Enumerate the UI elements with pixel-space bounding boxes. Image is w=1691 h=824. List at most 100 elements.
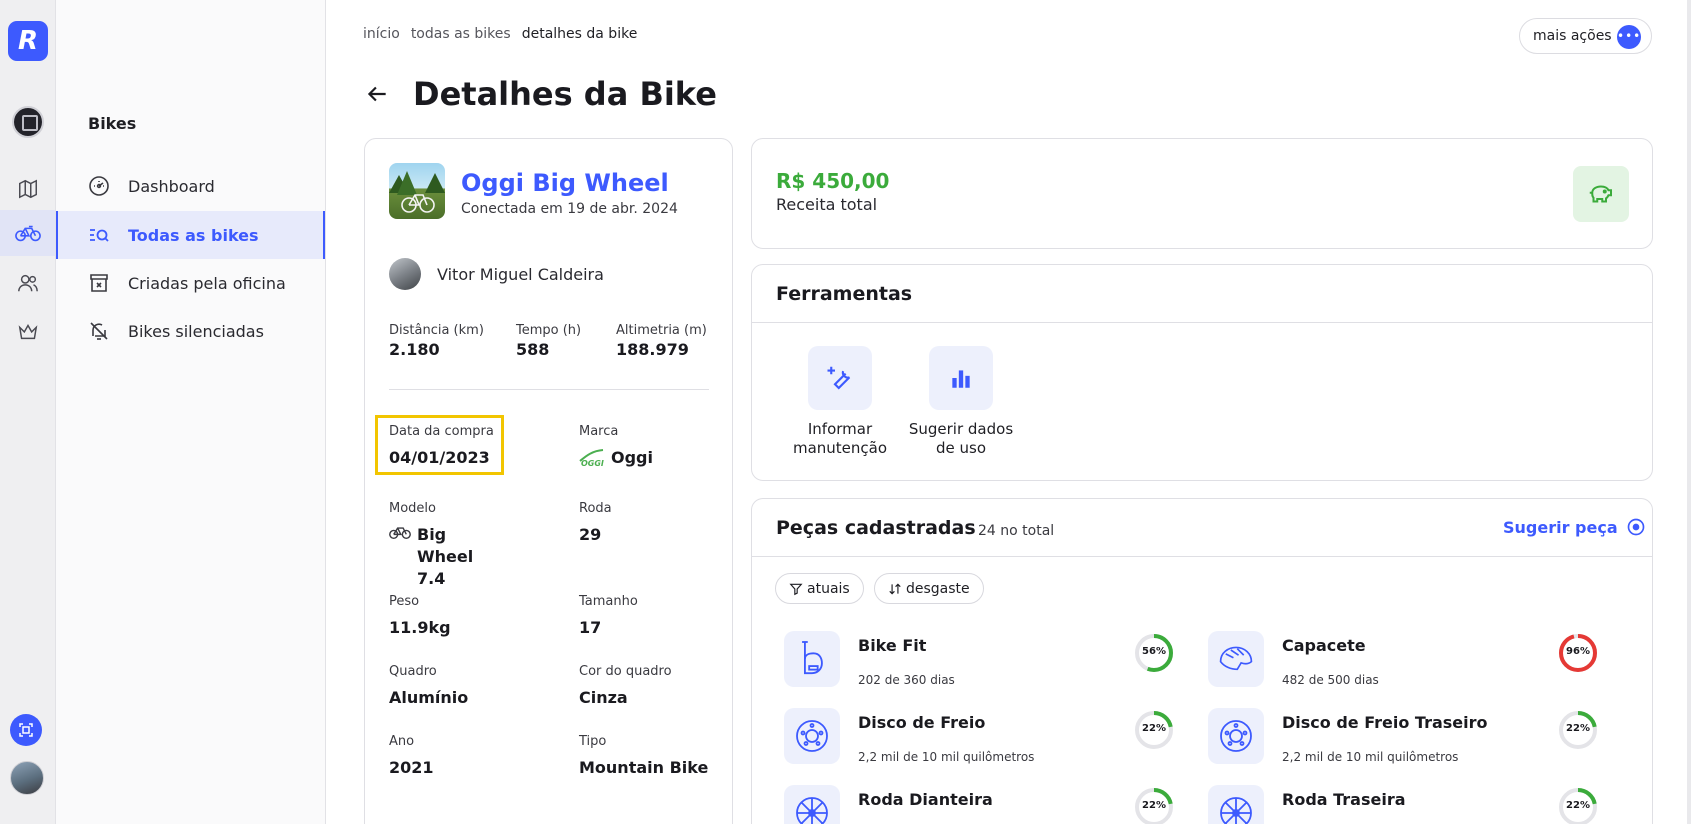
helmet-icon [1219, 646, 1253, 671]
field-label: Ano [389, 734, 415, 749]
field-value: Big Wheel 7.4 [417, 525, 474, 588]
scan-icon [19, 723, 33, 737]
page-title: Detalhes da Bike [413, 75, 717, 113]
map-icon [18, 179, 37, 199]
part-item[interactable]: Bike Fit 202 de 360 dias 56% [752, 631, 1173, 695]
bike-icon [14, 225, 41, 242]
icon-rail: R [0, 0, 56, 824]
crown-icon [18, 324, 37, 340]
report-maintenance-button[interactable]: Informar manutenção [780, 346, 900, 458]
suggest-usage-button[interactable]: Sugerir dados de uso [901, 346, 1021, 458]
owner-name[interactable]: Vitor Miguel Caldeira [437, 265, 604, 284]
svg-text:OGGI: OGGI [581, 459, 604, 467]
part-detail: 202 de 360 dias [858, 673, 955, 687]
field-value: 2021 [389, 758, 434, 777]
tool-label-line: Informar [807, 420, 873, 438]
breadcrumb: início todas as bikes detalhes da bike [363, 26, 637, 42]
parts-card: Peças cadastradas 24 no total Sugerir pe… [751, 498, 1653, 824]
wear-percent: 22% [1142, 723, 1166, 734]
part-tile [784, 631, 840, 687]
part-detail: 482 de 500 dias [1282, 673, 1379, 687]
part-item[interactable]: Capacete 482 de 500 dias 96% [1176, 631, 1597, 695]
field-value: Oggi [611, 448, 653, 467]
bike-connected-date: Conectada em 19 de abr. 2024 [461, 201, 678, 217]
field-label: Data da compra [389, 424, 494, 439]
field-value-row: OGGI Oggi [579, 447, 653, 469]
more-actions-button[interactable]: mais ações ••• [1519, 18, 1652, 54]
more-icon: ••• [1617, 25, 1641, 49]
sidebar: Bikes Dashboard Todas as bikes Criadas p… [56, 0, 326, 824]
stat-label: Distância (km) [389, 323, 484, 338]
sidebar-item-label: Criadas pela oficina [128, 273, 286, 293]
list-search-icon [86, 222, 112, 248]
breadcrumb-home[interactable]: início [363, 26, 400, 42]
suggest-part-label: Sugerir peça [1503, 517, 1618, 537]
field-frame-color: Cor do quadro Cinza [579, 664, 672, 709]
part-tile [784, 708, 840, 764]
back-arrow-icon[interactable] [364, 81, 390, 107]
parts-header: Peças cadastradas 24 no total Sugerir pe… [752, 499, 1652, 557]
field-value: Cinza [579, 688, 628, 707]
bike-icon [389, 527, 411, 539]
brake-disc-icon [796, 720, 828, 752]
user-avatar[interactable] [10, 761, 44, 795]
stat-distance: Distância (km) 2.180 [389, 323, 484, 359]
field-value-row: Big Wheel 7.4 [389, 524, 507, 590]
wear-percent: 22% [1566, 723, 1590, 734]
divider [389, 389, 709, 390]
suggest-part-button[interactable]: Sugerir peça [1503, 517, 1646, 537]
stat-value: 188.979 [616, 340, 689, 359]
field-value: 11.9kg [389, 618, 451, 637]
part-tile [1208, 631, 1264, 687]
field-label: Cor do quadro [579, 664, 672, 679]
tools-card: Ferramentas Informar manutenção Sugerir … [751, 264, 1653, 481]
tool-label-line: de uso [935, 439, 987, 457]
stat-value: 2.180 [389, 340, 440, 359]
field-value: Mountain Bike [579, 758, 709, 777]
part-name: Bike Fit [858, 636, 927, 655]
part-item[interactable]: Roda Dianteira 22% [752, 785, 1173, 824]
sidebar-item-all-bikes[interactable]: Todas as bikes [56, 211, 325, 259]
filter-current-chip[interactable]: atuais [775, 573, 864, 604]
shop-icon [86, 270, 112, 296]
field-label: Roda [579, 501, 612, 516]
sidebar-item-label: Dashboard [128, 176, 215, 196]
part-name: Disco de Freio Traseiro [1282, 713, 1488, 732]
wheel-icon [1220, 797, 1252, 824]
sidebar-item-muted-bikes[interactable]: Bikes silenciadas [56, 307, 325, 355]
tool-tile [808, 346, 872, 410]
rail-item-bikes[interactable] [0, 210, 55, 256]
field-purchase-date: Data da compra 04/01/2023 [389, 424, 494, 469]
part-item[interactable]: Disco de Freio Traseiro 2,2 mil de 10 mi… [1176, 708, 1597, 772]
bike-details-card: Oggi Big Wheel Conectada em 19 de abr. 2… [364, 138, 733, 824]
rail-item-users[interactable] [0, 260, 55, 306]
field-wheel: Roda 29 [579, 501, 612, 546]
field-model: Modelo Big Wheel 7.4 [389, 501, 507, 590]
piggy-bank-tile [1573, 166, 1629, 222]
shop-avatar[interactable] [12, 106, 44, 138]
window-edge [1687, 0, 1691, 824]
sort-wear-chip[interactable]: desgaste [874, 573, 984, 604]
piggy-bank-icon [1589, 185, 1612, 203]
filter-icon [789, 583, 803, 595]
sidebar-title: Bikes [88, 114, 137, 133]
breadcrumb-all-bikes[interactable]: todas as bikes [411, 26, 511, 42]
field-value: Alumínio [389, 688, 469, 707]
app-logo[interactable]: R [8, 21, 48, 61]
wear-percent: 22% [1142, 800, 1166, 811]
field-type: Tipo Mountain Bike [579, 734, 708, 779]
scan-button[interactable] [10, 714, 42, 746]
part-name: Disco de Freio [858, 713, 986, 732]
part-item[interactable]: Roda Traseira 22% [1176, 785, 1597, 824]
part-item[interactable]: Disco de Freio 2,2 mil de 10 mil quilôme… [752, 708, 1173, 772]
field-value: 04/01/2023 [389, 448, 490, 467]
rail-item-map[interactable] [0, 166, 55, 212]
owner-avatar[interactable] [389, 258, 421, 290]
rail-item-crown[interactable] [0, 308, 55, 354]
sidebar-item-created-by-shop[interactable]: Criadas pela oficina [56, 259, 325, 307]
tool-label: Sugerir dados de uso [901, 420, 1021, 458]
sort-icon [889, 583, 901, 594]
tool-label-line: manutenção [792, 439, 888, 457]
sidebar-item-dashboard[interactable]: Dashboard [56, 162, 325, 210]
brake-disc-icon [1220, 720, 1252, 752]
